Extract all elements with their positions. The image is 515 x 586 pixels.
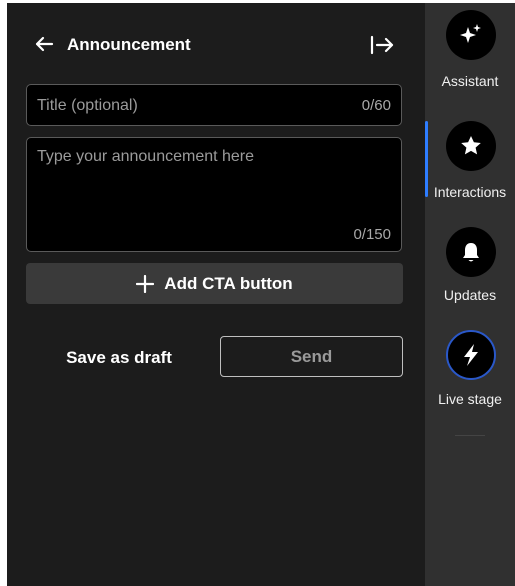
bell-icon [463,243,479,262]
add-cta-label: Add CTA button [164,273,293,293]
star-icon [461,136,481,155]
arrow-left-icon [35,36,54,52]
add-cta-button[interactable]: Add CTA button [26,263,403,304]
page-title: Announcement [67,35,191,54]
plus-icon [136,274,155,293]
assistant-icon-circle [446,10,496,60]
title-char-counter: 0/60 [361,97,391,114]
collapse-right-icon [370,35,394,55]
title-input[interactable] [37,95,327,117]
rail-item-interactions[interactable]: Interactions [425,121,515,206]
rail-item-assistant[interactable]: Assistant [425,10,515,95]
live-stage-icon-circle [446,330,496,380]
rail-label-assistant: Assistant [441,73,499,89]
side-rail: Assistant Interactions Updates Live stag… [425,3,515,586]
collapse-panel-button[interactable] [369,33,395,57]
interactions-icon-circle [446,121,496,171]
rail-label-updates: Updates [443,287,497,303]
announcement-panel: Announcement 0/60 0/150 Add CTA button S… [7,3,425,586]
sparkle-icon [460,24,481,43]
save-draft-button[interactable]: Save as draft [54,339,184,377]
rail-label-interactions: Interactions [433,184,507,200]
title-field: 0/60 [26,84,402,126]
message-input[interactable] [37,148,387,218]
message-field: 0/150 [26,137,402,252]
rail-divider [455,435,485,436]
rail-item-updates[interactable]: Updates [425,227,515,312]
rail-label-live-stage: Live stage [438,391,502,407]
panel-header: Announcement [7,3,425,87]
message-char-counter: 0/150 [353,226,391,243]
send-button[interactable]: Send [220,336,403,377]
app-window: Announcement 0/60 0/150 Add CTA button S… [7,3,515,586]
rail-item-live-stage[interactable]: Live stage [425,330,515,415]
back-button[interactable] [33,33,55,55]
updates-icon-circle [446,227,496,277]
lightning-icon [464,344,478,366]
